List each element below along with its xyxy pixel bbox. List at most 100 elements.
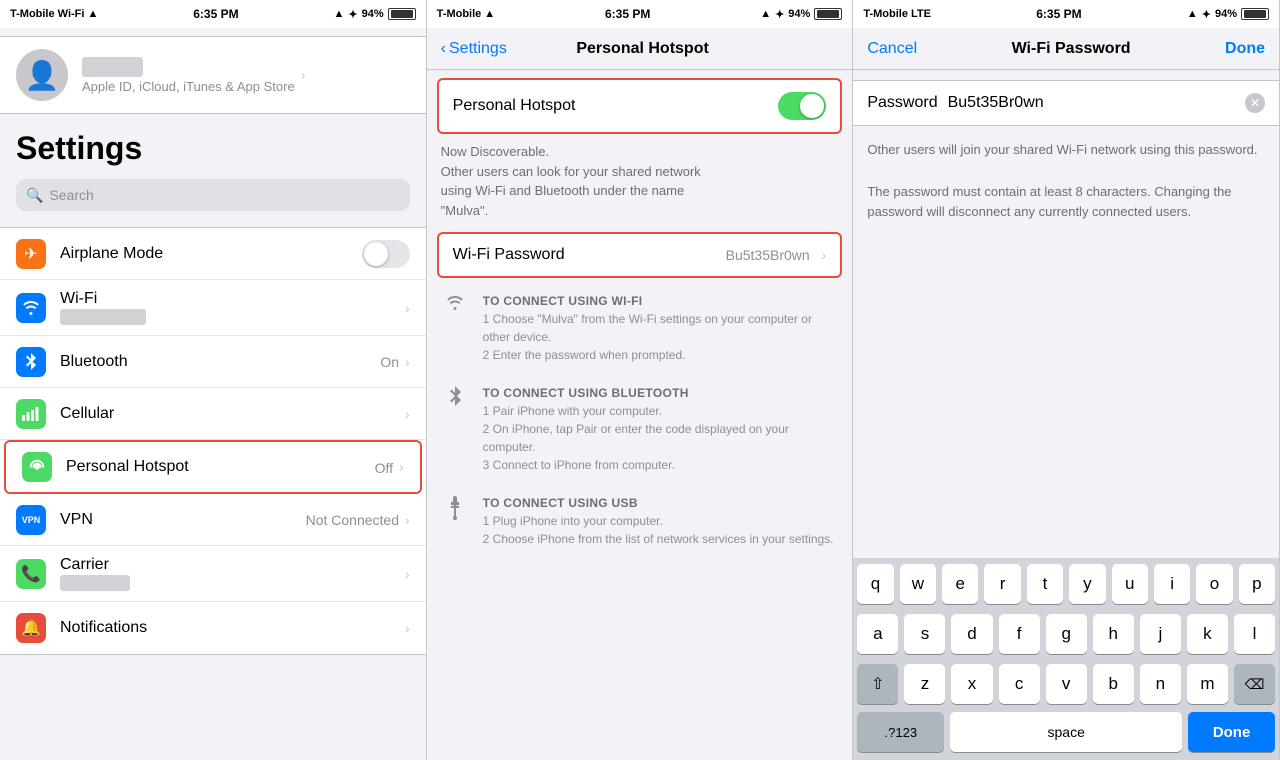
key-d[interactable]: d — [951, 614, 992, 654]
connect-usb-icon — [441, 494, 469, 520]
key-a[interactable]: a — [857, 614, 898, 654]
notifications-content: Notifications — [60, 619, 399, 637]
connect-bt-text: TO CONNECT USING BLUETOOTH 1 Pair iPhone… — [483, 384, 839, 474]
vpn-label: VPN — [60, 511, 306, 529]
battery-fill-2 — [817, 10, 839, 18]
row-vpn[interactable]: VPN VPN Not Connected › — [0, 494, 426, 546]
row-personal-hotspot[interactable]: Personal Hotspot Off › — [4, 440, 422, 494]
wifi-icon — [16, 293, 46, 323]
status-right-3: ▲ ✦ 94% — [1187, 8, 1269, 21]
wifi-password-panel: T-Mobile LTE 6:35 PM ▲ ✦ 94% Cancel Wi-F… — [853, 0, 1280, 760]
wifi-blurred — [60, 309, 146, 325]
status-carrier-2: T-Mobile ▲ — [437, 8, 496, 20]
password-field-value[interactable]: Bu5t35Br0wn — [948, 94, 1245, 112]
key-j[interactable]: j — [1140, 614, 1181, 654]
key-w[interactable]: w — [900, 564, 936, 604]
nav-bar-wifi: Cancel Wi-Fi Password Done — [853, 28, 1279, 70]
clear-button[interactable]: ✕ — [1245, 93, 1265, 113]
wifi-signal-icon-2: ▲ — [484, 8, 495, 20]
key-z[interactable]: z — [904, 664, 945, 704]
time-1: 6:35 PM — [193, 7, 238, 21]
status-carrier-1: T-Mobile Wi-Fi ▲ — [10, 8, 98, 20]
hotspot-description: Now Discoverable.Other users can look fo… — [427, 134, 853, 232]
row-cellular[interactable]: Cellular › — [0, 388, 426, 440]
vpn-content: VPN — [60, 511, 306, 529]
bluetooth-icon — [16, 347, 46, 377]
cancel-button[interactable]: Cancel — [867, 40, 917, 58]
battery-icon-3 — [1241, 8, 1269, 20]
keyboard-row-3: ⇧ z x c v b n m ⌫ — [853, 658, 1279, 708]
profile-chevron: › — [301, 67, 306, 83]
wifi-chevron: › — [405, 300, 410, 316]
key-numbers[interactable]: .?123 — [857, 712, 944, 752]
key-y[interactable]: y — [1069, 564, 1105, 604]
nav-back-label[interactable]: Settings — [449, 40, 507, 58]
key-shift[interactable]: ⇧ — [857, 664, 898, 704]
airplane-mode-content: Airplane Mode — [60, 245, 356, 263]
carrier-text: T-Mobile Wi-Fi — [10, 8, 84, 20]
wifi-password-label: Wi-Fi Password — [453, 246, 726, 264]
row-notifications[interactable]: 🔔 Notifications › — [0, 602, 426, 654]
location-icon-2: ▲ — [760, 8, 771, 20]
location-icon-3: ▲ — [1187, 8, 1198, 20]
key-n[interactable]: n — [1140, 664, 1181, 704]
key-x[interactable]: x — [951, 664, 992, 704]
key-u[interactable]: u — [1112, 564, 1148, 604]
key-l[interactable]: l — [1234, 614, 1275, 654]
key-b[interactable]: b — [1093, 664, 1134, 704]
key-v[interactable]: v — [1046, 664, 1087, 704]
notifications-label: Notifications — [60, 619, 399, 637]
row-airplane-mode[interactable]: ✈ Airplane Mode — [0, 228, 426, 280]
key-e[interactable]: e — [942, 564, 978, 604]
wifi-signal-icon: ▲ — [87, 8, 98, 20]
row-wifi[interactable]: Wi-Fi › — [0, 280, 426, 336]
time-3: 6:35 PM — [1036, 7, 1081, 21]
keyboard-row-1: q w e r t y u i o p — [853, 558, 1279, 608]
wifi-label: Wi-Fi — [60, 290, 399, 308]
wifi-content: Wi-Fi — [60, 290, 399, 325]
bluetooth-chevron: › — [405, 354, 410, 370]
cellular-label: Cellular — [60, 405, 399, 423]
key-k[interactable]: k — [1187, 614, 1228, 654]
row-carrier[interactable]: 📞 Carrier › — [0, 546, 426, 602]
key-o[interactable]: o — [1196, 564, 1232, 604]
key-q[interactable]: q — [857, 564, 893, 604]
hotspot-toggle-switch[interactable] — [778, 92, 826, 120]
key-c[interactable]: c — [999, 664, 1040, 704]
key-p[interactable]: p — [1239, 564, 1275, 604]
key-space[interactable]: space — [950, 712, 1182, 752]
key-delete[interactable]: ⌫ — [1234, 664, 1275, 704]
status-bar-1: T-Mobile Wi-Fi ▲ 6:35 PM ▲ ✦ 94% — [0, 0, 426, 28]
airplane-mode-label: Airplane Mode — [60, 245, 356, 263]
key-g[interactable]: g — [1046, 614, 1087, 654]
keyboard-row-4: .?123 space Done — [853, 708, 1279, 760]
status-bar-3: T-Mobile LTE 6:35 PM ▲ ✦ 94% — [853, 0, 1279, 28]
nav-back-button[interactable]: ‹ Settings — [441, 40, 507, 58]
battery-text-1: 94% — [362, 8, 384, 20]
wifi-password-row[interactable]: Wi-Fi Password Bu5t35Br0wn › — [437, 232, 843, 278]
key-f[interactable]: f — [999, 614, 1040, 654]
profile-section[interactable]: 👤 Apple ID, iCloud, iTunes & App Store › — [0, 36, 426, 114]
connect-wifi-icon — [441, 292, 469, 310]
hotspot-toggle-row[interactable]: Personal Hotspot — [437, 78, 843, 134]
battery-fill-3 — [1244, 10, 1266, 18]
battery-text-2: 94% — [788, 8, 810, 20]
row-bluetooth[interactable]: Bluetooth On › — [0, 336, 426, 388]
key-s[interactable]: s — [904, 614, 945, 654]
airplane-mode-toggle[interactable] — [362, 240, 410, 268]
password-input-row[interactable]: Password Bu5t35Br0wn ✕ — [853, 80, 1279, 126]
settings-header: Settings 🔍 Search — [0, 114, 426, 219]
key-m[interactable]: m — [1187, 664, 1228, 704]
key-h[interactable]: h — [1093, 614, 1134, 654]
key-done[interactable]: Done — [1188, 712, 1275, 752]
connect-bluetooth: TO CONNECT USING BLUETOOTH 1 Pair iPhone… — [441, 384, 839, 474]
hotspot-label-left: Personal Hotspot — [66, 458, 375, 476]
search-bar[interactable]: 🔍 Search — [16, 179, 410, 211]
status-right-1: ▲ ✦ 94% — [334, 8, 416, 21]
key-t[interactable]: t — [1027, 564, 1063, 604]
password-field-label: Password — [867, 94, 937, 112]
connect-bt-icon — [441, 384, 469, 408]
key-i[interactable]: i — [1154, 564, 1190, 604]
done-button[interactable]: Done — [1225, 40, 1265, 58]
key-r[interactable]: r — [984, 564, 1020, 604]
